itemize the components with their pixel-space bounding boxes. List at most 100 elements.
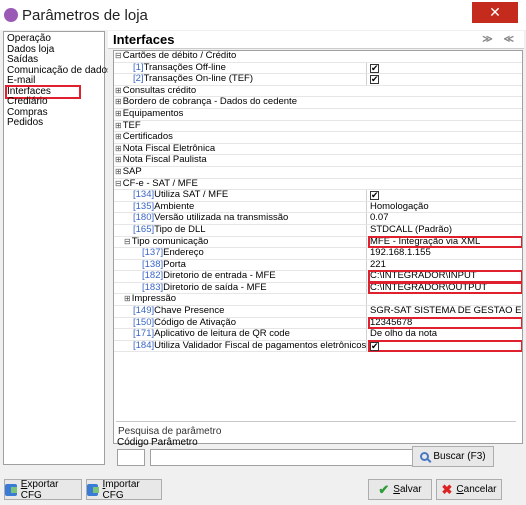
- parameter-code: [138]: [142, 259, 164, 270]
- category-row[interactable]: ⊞TEF: [114, 121, 522, 133]
- parameter-grid: ⊟Cartões de débito / Crédito [1]Transaçõe…: [113, 50, 523, 444]
- parameter-name: Utiliza Validador Fiscal de pagamentos e…: [154, 340, 367, 351]
- sidebar-item[interactable]: Saídas: [7, 54, 104, 66]
- parameter-row[interactable]: [1]Transações Off-line: [114, 62, 522, 75]
- parameter-code: [184]: [133, 340, 155, 351]
- parameter-row[interactable]: [149]Chave Presence SGR-SAT SISTEMA DE GE…: [114, 306, 522, 318]
- parameter-value: 0.07: [370, 213, 389, 224]
- code-input[interactable]: [117, 449, 145, 466]
- export-label: xportar CFG: [20, 478, 59, 501]
- parameter-label-cell: [135]Ambiente: [114, 201, 367, 213]
- parameter-value-cell[interactable]: [368, 339, 522, 353]
- parameter-value-cell[interactable]: 192.168.1.155: [369, 248, 522, 259]
- category-row[interactable]: ⊞Nota Fiscal Paulista: [114, 155, 522, 167]
- parameter-label-cell: [184]Utiliza Validador Fiscal de pagamen…: [114, 340, 367, 352]
- parameter-row[interactable]: [165]Tipo de DLL STDCALL (Padrão): [114, 224, 522, 237]
- collapse-icon[interactable]: ⊟: [115, 51, 122, 60]
- category-row[interactable]: ⊞Equipamentos: [114, 109, 522, 121]
- parameter-value-cell[interactable]: SGR-SAT SISTEMA DE GESTAO E R: [369, 306, 522, 317]
- parameter-label-cell: [165]Tipo de DLL: [114, 224, 367, 236]
- sidebar-item[interactable]: Crediário: [7, 96, 104, 108]
- parameter-row[interactable]: ⊞Impressão: [114, 294, 522, 307]
- import-cfg-button[interactable]: Importar CFG: [86, 479, 162, 501]
- parameter-value: SGR-SAT SISTEMA DE GESTAO E R: [370, 306, 522, 317]
- parameter-name: Versão utilizada na transmissão: [154, 213, 289, 224]
- parameter-value-cell[interactable]: Homologação: [369, 202, 522, 213]
- parameter-label-cell: [1]Transações Off-line: [114, 62, 367, 74]
- expand-icon[interactable]: ⊞: [115, 97, 122, 106]
- collapse-expand-icon[interactable]: ≫ ≪: [482, 34, 518, 45]
- parameter-row[interactable]: [184]Utiliza Validador Fiscal de pagamen…: [114, 339, 522, 353]
- collapse-icon[interactable]: ⊟: [115, 179, 122, 188]
- app-icon: [4, 8, 18, 22]
- parameter-value-cell[interactable]: STDCALL (Padrão): [369, 225, 522, 236]
- parameter-row[interactable]: [182]Diretorio de entrada - MFE C:\INTEGR…: [114, 270, 522, 283]
- parameter-label-cell: [150]Código de Ativação: [114, 317, 367, 329]
- checkbox-checked[interactable]: [370, 74, 379, 85]
- parameter-value: C:\INTEGRADOR\OUTPUT: [370, 282, 488, 293]
- expand-icon[interactable]: ⊞: [115, 86, 122, 95]
- parameter-value-cell[interactable]: [369, 190, 522, 201]
- expand-icon[interactable]: ⊞: [115, 132, 122, 141]
- collapse-icon[interactable]: ⊟: [124, 237, 131, 246]
- sidebar-item[interactable]: E-mail: [7, 75, 104, 87]
- parameter-code: [183]: [142, 282, 164, 293]
- checkbox-checked[interactable]: [370, 341, 379, 351]
- close-button[interactable]: ✕: [472, 2, 518, 23]
- param-input[interactable]: [150, 449, 432, 466]
- category-row[interactable]: ⊟Cartões de débito / Crédito: [114, 51, 522, 63]
- parameter-label-cell: ⊞Nota Fiscal Eletrônica: [114, 144, 522, 155]
- parameter-value-cell[interactable]: De olho da nota: [369, 329, 522, 340]
- expand-icon[interactable]: ⊞: [115, 167, 122, 176]
- category-row[interactable]: ⊟CF-e - SAT / MFE: [114, 179, 522, 191]
- main-panel: Interfaces ≫ ≪ ⊟Cartões de débito / Créd…: [108, 31, 524, 465]
- category-row[interactable]: ⊞SAP: [114, 167, 522, 179]
- expand-icon[interactable]: ⊞: [124, 294, 131, 303]
- parameter-row[interactable]: [150]Código de Ativação 12345678: [114, 316, 522, 330]
- parameter-name: Transações Off-line: [143, 62, 226, 73]
- parameter-row[interactable]: [138]Porta 221: [114, 259, 522, 272]
- parameter-name: Impressão: [131, 294, 177, 305]
- expand-icon[interactable]: ⊞: [115, 121, 122, 130]
- category-row[interactable]: ⊞Consultas crédito: [114, 86, 522, 98]
- parameter-label-cell: ⊞SAP: [114, 167, 522, 178]
- parameter-value-cell[interactable]: 12345678: [368, 316, 522, 330]
- parameter-name: Certificados: [122, 132, 173, 143]
- parameter-row[interactable]: [134]Utiliza SAT / MFE: [114, 190, 522, 202]
- parameter-row[interactable]: [180]Versão utilizada na transmissão 0.07: [114, 213, 522, 225]
- parameter-value-cell[interactable]: [369, 294, 522, 305]
- parameter-row[interactable]: [171]Aplicativo de leitura de QR code De …: [114, 329, 522, 341]
- search-button[interactable]: Buscar (F3): [412, 446, 494, 467]
- parameter-value-cell[interactable]: [369, 63, 522, 74]
- expand-icon[interactable]: ⊞: [115, 155, 122, 164]
- category-row[interactable]: ⊞Bordero de cobrança - Dados do cedente: [114, 97, 522, 109]
- parameter-row[interactable]: [137]Endereço 192.168.1.155: [114, 248, 522, 260]
- category-row[interactable]: ⊞Nota Fiscal Eletrônica: [114, 144, 522, 156]
- parameter-value-cell[interactable]: C:\INTEGRADOR\OUTPUT: [368, 281, 522, 295]
- parameter-value-cell[interactable]: [369, 74, 522, 85]
- checkbox-checked[interactable]: [370, 190, 379, 201]
- parameter-row[interactable]: [2]Transações On-line (TEF): [114, 74, 522, 86]
- parameter-name: Consultas crédito: [122, 85, 197, 96]
- parameter-name: Cartões de débito / Crédito: [122, 51, 237, 61]
- sidebar-item[interactable]: Pedidos: [7, 117, 104, 129]
- save-button[interactable]: ✔ Salvar: [368, 479, 432, 500]
- parameter-name: TEF: [122, 120, 141, 131]
- sidebar-item[interactable]: Operação: [7, 33, 104, 45]
- expand-icon[interactable]: ⊞: [115, 109, 122, 118]
- export-cfg-button[interactable]: Exportar CFG: [4, 478, 82, 501]
- category-row[interactable]: ⊞Certificados: [114, 132, 522, 144]
- cancel-label: ancelar: [463, 484, 497, 495]
- parameter-row[interactable]: ⊟Tipo comunicação MFE - Integração via XM…: [114, 235, 522, 249]
- parameter-value-cell[interactable]: 0.07: [369, 213, 522, 224]
- parameter-value-cell[interactable]: C:\INTEGRADOR\INPUT: [368, 270, 522, 283]
- parameter-row[interactable]: [135]Ambiente Homologação: [114, 201, 522, 214]
- parameter-value-cell[interactable]: MFE - Integração via XML: [368, 235, 522, 249]
- cancel-button[interactable]: ✖ Cancelar: [436, 479, 502, 500]
- parameter-name: Transações On-line (TEF): [143, 74, 254, 85]
- parameter-label-cell: ⊞TEF: [114, 121, 522, 132]
- expand-icon[interactable]: ⊞: [115, 144, 122, 153]
- parameter-row[interactable]: [183]Diretorio de saída - MFE C:\INTEGRAD…: [114, 281, 522, 295]
- parameter-value-cell[interactable]: 221: [369, 260, 522, 271]
- checkbox-checked[interactable]: [370, 63, 379, 73]
